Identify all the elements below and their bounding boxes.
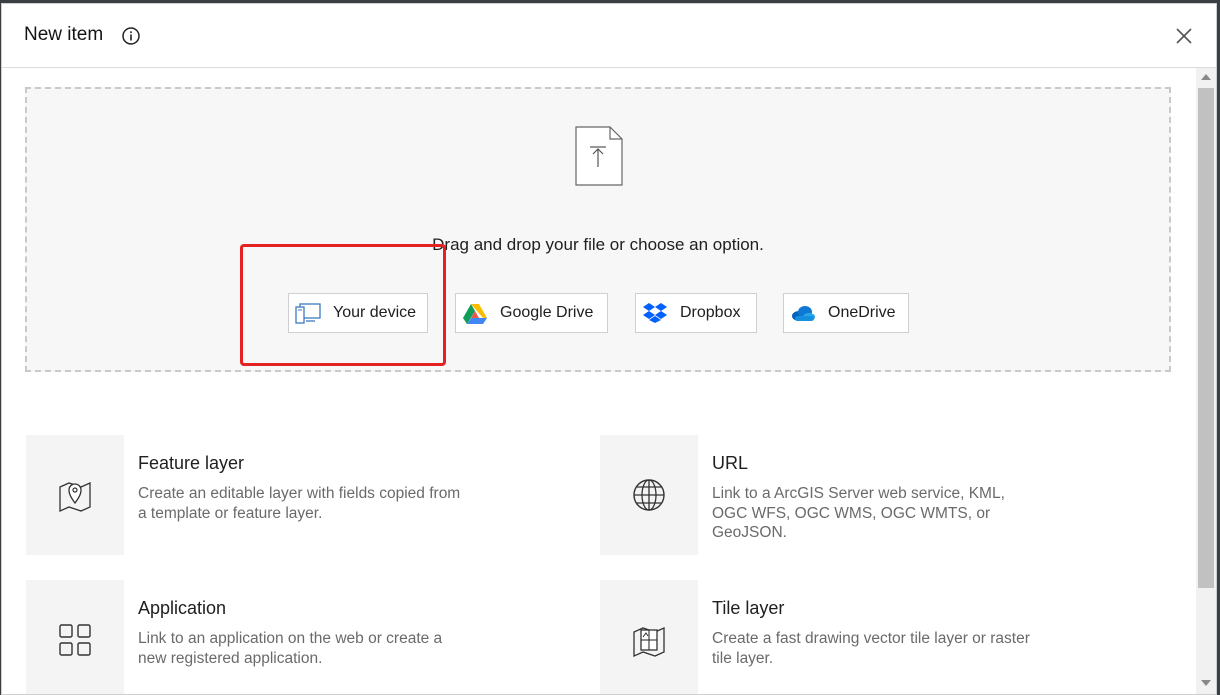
vertical-scrollbar[interactable] <box>1196 68 1216 694</box>
your-device-button[interactable]: Your device <box>288 293 428 333</box>
dropbox-label: Dropbox <box>680 304 741 321</box>
onedrive-icon <box>790 302 816 324</box>
option-title: URL <box>712 453 749 473</box>
option-icon-container <box>26 435 124 555</box>
scroll-up-arrow-icon[interactable] <box>1201 74 1211 80</box>
new-item-dialog: New item Drag and drop your file or choo… <box>1 3 1217 695</box>
tile-layer-icon <box>633 626 665 658</box>
file-upload-icon <box>574 125 624 187</box>
dropbox-icon <box>642 302 668 324</box>
option-icon-container <box>600 580 698 694</box>
option-url[interactable]: URL Link to a ArcGIS Server web service,… <box>600 435 1160 555</box>
option-application[interactable]: Application Link to an application on th… <box>26 580 586 694</box>
google-drive-icon <box>462 302 488 324</box>
option-icon-container <box>600 435 698 555</box>
option-icon-container <box>26 580 124 694</box>
dialog-content: Drag and drop your file or choose an opt… <box>2 68 1196 694</box>
option-feature-layer[interactable]: Feature layer Create an editable layer w… <box>26 435 586 555</box>
onedrive-label: OneDrive <box>828 304 896 321</box>
option-title: Application <box>138 598 227 618</box>
onedrive-button[interactable]: OneDrive <box>783 293 909 333</box>
option-description: Create a fast drawing vector tile layer … <box>712 630 1030 667</box>
option-description: Create an editable layer with fields cop… <box>138 485 461 522</box>
your-device-label: Your device <box>333 304 417 321</box>
dialog-header: New item <box>2 4 1216 68</box>
option-title: Tile layer <box>712 598 785 618</box>
info-icon[interactable] <box>121 26 141 46</box>
map-pin-icon <box>59 481 91 513</box>
google-drive-label: Google Drive <box>500 304 594 321</box>
dropzone-instruction: Drag and drop your file or choose an opt… <box>432 235 764 254</box>
scrollbar-thumb[interactable] <box>1198 88 1214 588</box>
google-drive-button[interactable]: Google Drive <box>455 293 608 333</box>
dialog-title: New item <box>24 24 104 45</box>
globe-icon <box>633 479 665 511</box>
option-tile-layer[interactable]: Tile layer Create a fast drawing vector … <box>600 580 1160 694</box>
option-description: Link to an application on the web or cre… <box>138 630 443 667</box>
file-dropzone[interactable]: Drag and drop your file or choose an opt… <box>25 87 1171 372</box>
option-description: Link to a ArcGIS Server web service, KML… <box>712 485 1005 541</box>
close-icon[interactable] <box>1172 24 1196 48</box>
scroll-down-arrow-icon[interactable] <box>1201 680 1211 686</box>
option-title: Feature layer <box>138 453 245 473</box>
dropbox-button[interactable]: Dropbox <box>635 293 757 333</box>
grid-icon <box>59 624 91 656</box>
device-icon <box>295 302 321 324</box>
